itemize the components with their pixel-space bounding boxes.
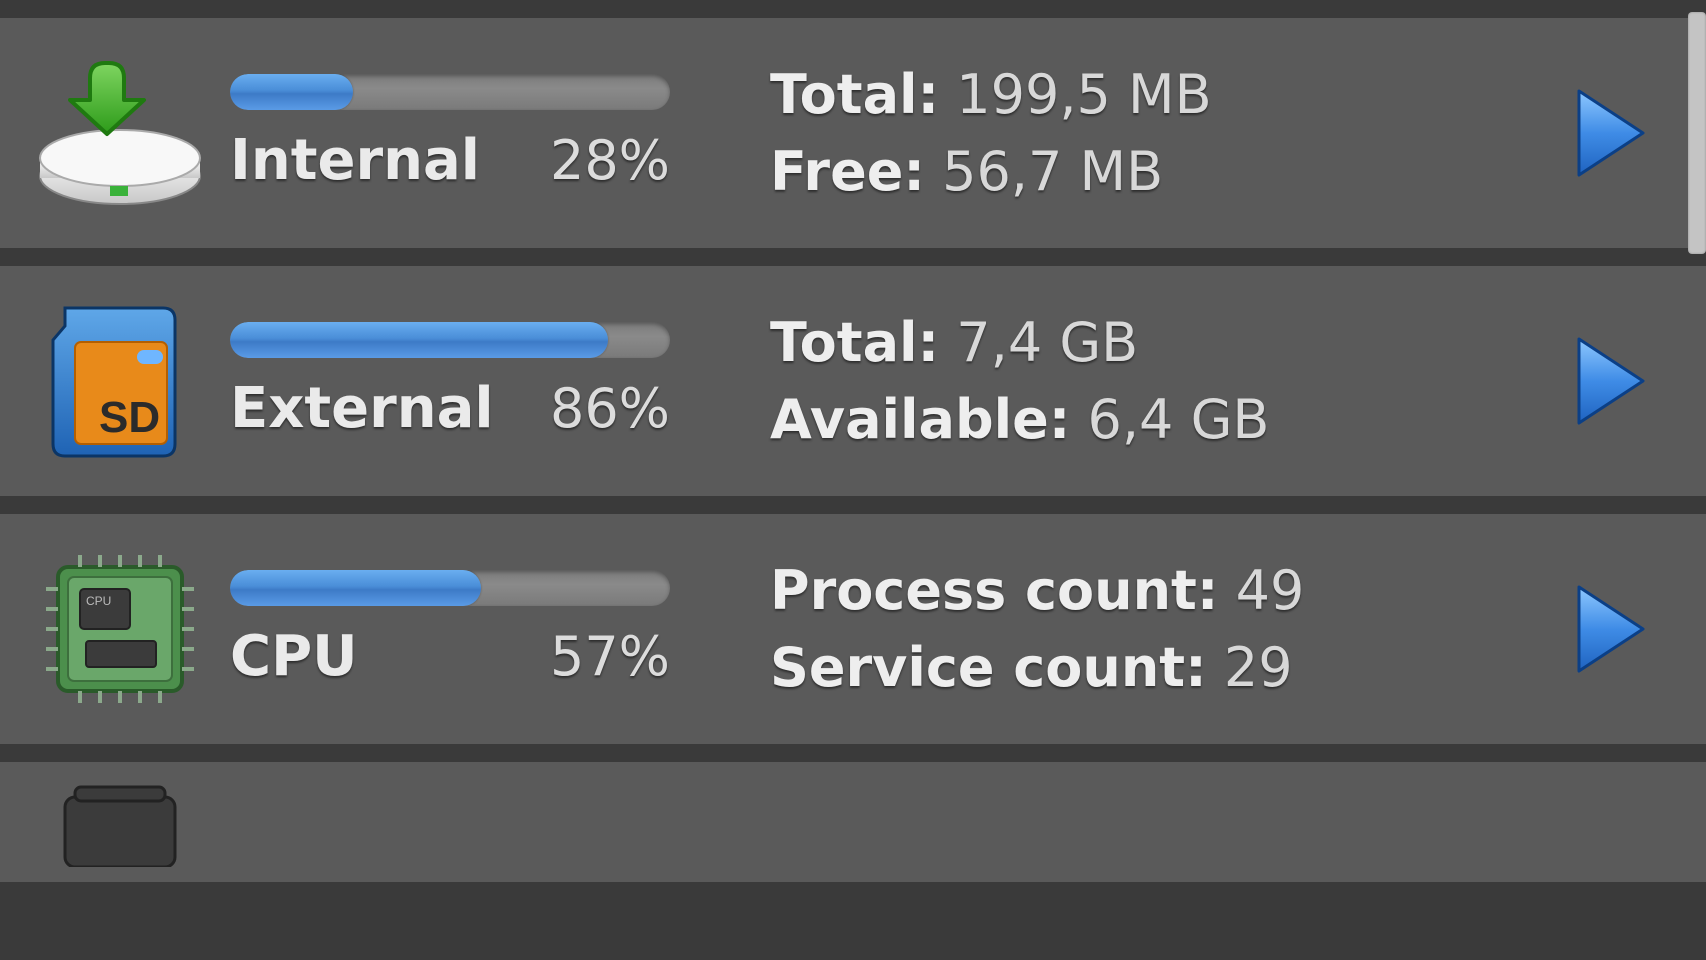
play-arrow-icon <box>1571 83 1651 183</box>
row-external-stats: Total: 7,4 GB Available: 6,4 GB <box>770 311 1556 451</box>
cpu-chip-icon: CPU <box>30 539 210 719</box>
row-pct: 28% <box>550 129 670 192</box>
progress-cpu <box>230 570 670 606</box>
play-arrow-icon <box>1571 331 1651 431</box>
row-cpu[interactable]: CPU CPU 57% Process count <box>0 514 1706 744</box>
row-name: CPU <box>230 624 358 689</box>
row-cpu-mid: CPU 57% <box>230 570 730 689</box>
row-internal[interactable]: Internal 28% Total: 199,5 MB Free: 56,7 … <box>0 18 1706 248</box>
row-pct: 86% <box>550 377 670 440</box>
row-external[interactable]: SD External 86% Total: 7,4 GB Available:… <box>0 266 1706 496</box>
detail-arrow-external[interactable] <box>1556 331 1666 431</box>
play-arrow-icon <box>1571 579 1651 679</box>
row-internal-mid: Internal 28% <box>230 74 730 193</box>
progress-external <box>230 322 670 358</box>
svg-text:CPU: CPU <box>86 594 111 608</box>
progress-internal <box>230 74 670 110</box>
detail-arrow-cpu[interactable] <box>1556 579 1666 679</box>
sd-card-icon: SD <box>30 291 210 471</box>
row-name: Internal <box>230 128 480 193</box>
row-pct: 57% <box>550 625 670 688</box>
row-internal-stats: Total: 199,5 MB Free: 56,7 MB <box>770 63 1556 203</box>
hdd-install-icon <box>30 43 210 223</box>
system-status-list: Internal 28% Total: 199,5 MB Free: 56,7 … <box>0 0 1706 882</box>
device-icon <box>30 772 210 872</box>
row-cpu-stats: Process count: 49 Service count: 29 <box>770 559 1556 699</box>
svg-text:SD: SD <box>99 393 160 442</box>
scrollbar-thumb[interactable] <box>1688 12 1706 254</box>
row-next-partial[interactable] <box>0 762 1706 882</box>
detail-arrow-internal[interactable] <box>1556 83 1666 183</box>
row-name: External <box>230 376 494 441</box>
row-external-mid: External 86% <box>230 322 730 441</box>
